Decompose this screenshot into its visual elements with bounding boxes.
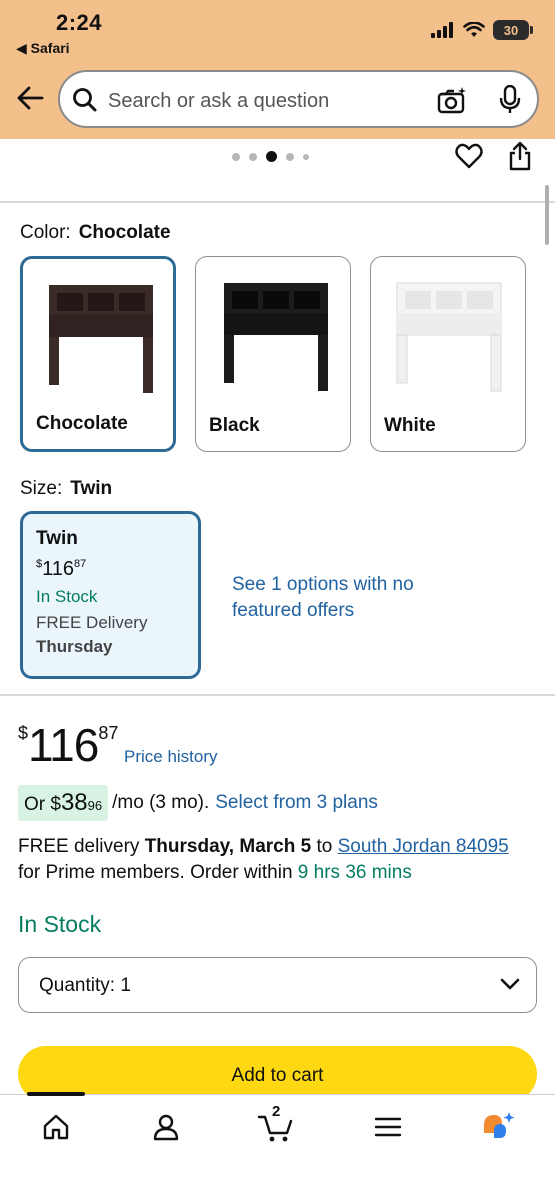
wifi-icon (463, 22, 485, 37)
share-icon[interactable] (508, 141, 532, 171)
price-whole: 116 (42, 558, 75, 580)
status-time: 2:24 (56, 10, 103, 35)
see-options-link[interactable]: See 1 options with no featured offers (232, 572, 432, 624)
back-arrow-icon[interactable] (14, 82, 46, 114)
delivery-date: Thursday, March 5 (144, 836, 312, 857)
installment-term: /mo (3 mo). (112, 792, 210, 813)
tab-menu[interactable] (366, 1109, 410, 1145)
color-option-white[interactable]: White (370, 256, 526, 452)
installment-amount: 38 (60, 789, 88, 816)
section-divider (0, 694, 555, 696)
delivery-location-link[interactable]: South Jordan 84095 (338, 836, 509, 857)
size-option-stock: In Stock (36, 587, 98, 606)
order-countdown: 9 hrs 36 mins (297, 862, 412, 883)
headboard-black-image (224, 283, 328, 391)
image-carousel-controls (0, 139, 555, 201)
section-divider (0, 201, 555, 203)
size-label-row: Size: Twin (20, 478, 112, 500)
carousel-dot[interactable] (286, 152, 294, 161)
bottom-tab-bar: 2 (0, 1092, 555, 1200)
quantity-label: Quantity: 1 (39, 975, 131, 997)
prime-members-text: for Prime members. Order within (18, 862, 293, 883)
color-label-row: Color: Chocolate (20, 222, 171, 244)
carousel-dots[interactable] (232, 151, 309, 162)
user-icon (153, 1114, 179, 1141)
installment-cents: 96 (87, 798, 103, 813)
headboard-chocolate-image (49, 285, 153, 393)
color-option-label: White (384, 415, 436, 436)
chevron-down-icon (500, 978, 520, 990)
size-option-price: $11687 (36, 558, 198, 581)
search-icon (73, 88, 97, 112)
heart-icon[interactable] (455, 143, 483, 169)
color-option-label: Chocolate (36, 413, 128, 434)
product-price: $11687 (18, 718, 118, 772)
menu-icon (374, 1117, 402, 1137)
size-selected-value: Twin (70, 478, 113, 499)
back-to-safari-link[interactable]: ◀ Safari (16, 40, 70, 57)
size-label: Size: (20, 478, 63, 499)
installment-plan-row: Or $38 96 /mo (3 mo). Select from 3 plans (18, 785, 378, 821)
price-fraction: 87 (98, 723, 119, 743)
delivery-info: FREE delivery Thursday, March 5 to South… (18, 834, 538, 886)
delivery-to: to (316, 836, 333, 857)
header: 2:24 ◀ Safari 30 Search or ask a questio… (0, 0, 555, 139)
color-option-chocolate[interactable]: Chocolate (20, 256, 176, 452)
carousel-dot[interactable] (303, 153, 309, 160)
status-icons: 30 (431, 20, 533, 40)
color-option-label: Black (209, 415, 260, 436)
price-symbol: $ (18, 723, 29, 743)
quantity-label-text: Quantity: (39, 975, 116, 996)
price-whole: 116 (28, 719, 99, 771)
color-label: Color: (20, 222, 71, 243)
size-option-twin[interactable]: Twin $11687 In Stock FREE Delivery Thurs… (20, 511, 201, 679)
carousel-dot-active[interactable] (266, 151, 277, 162)
home-icon (43, 1114, 69, 1140)
active-tab-indicator (27, 1092, 85, 1096)
installment-prefix: Or $ (24, 794, 61, 815)
battery-icon: 30 (493, 20, 533, 40)
color-option-black[interactable]: Black (195, 256, 351, 452)
size-option-delivery-day: Thursday (36, 637, 113, 657)
carousel-dot[interactable] (232, 152, 240, 161)
tab-cart[interactable]: 2 (254, 1103, 298, 1145)
size-option-delivery: FREE Delivery (36, 613, 148, 632)
free-delivery-text: FREE delivery (18, 836, 140, 857)
scrollbar[interactable] (545, 185, 549, 245)
tab-rufus-assistant[interactable] (476, 1109, 520, 1145)
color-selected-value: Chocolate (78, 222, 171, 243)
tab-home[interactable] (34, 1109, 78, 1145)
carousel-dot[interactable] (249, 152, 257, 161)
microphone-icon[interactable] (499, 85, 521, 115)
price-history-link[interactable]: Price history (124, 747, 218, 767)
size-option-title: Twin (36, 528, 78, 549)
search-input[interactable]: Search or ask a question (108, 90, 329, 113)
availability-status: In Stock (18, 911, 102, 937)
cart-count-badge: 2 (272, 1103, 281, 1120)
select-plans-link[interactable]: Select from 3 plans (215, 792, 378, 814)
installment-badge: Or $38 96 (18, 785, 109, 821)
search-bar[interactable]: Search or ask a question (58, 70, 539, 128)
tab-account[interactable] (144, 1109, 188, 1145)
assistant-icon (484, 1112, 515, 1138)
headboard-white-image (396, 282, 502, 392)
cellular-signal-icon (431, 22, 453, 38)
quantity-select[interactable]: Quantity: 1 (18, 957, 537, 1013)
camera-search-icon[interactable] (437, 86, 467, 114)
price-fraction: 87 (74, 558, 87, 570)
quantity-value: 1 (120, 975, 131, 996)
